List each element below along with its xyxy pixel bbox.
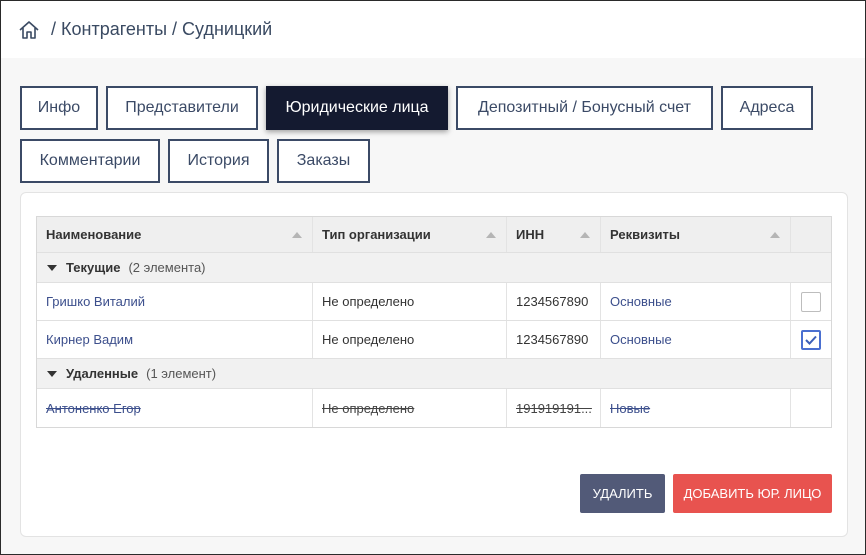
inn-value: 191919191... [516,400,592,416]
tab-comments[interactable]: Комментарии [20,139,160,183]
tab-legal-entities[interactable]: Юридические лица [266,86,448,130]
tab-orders[interactable]: Заказы [277,139,370,183]
table-header: Наименование Тип организации ИНН Реквизи… [37,217,831,253]
entity-name-link[interactable]: Гришко Виталий [46,294,145,309]
table-row-deleted[interactable]: Антоненко Егор Не определено 191919191..… [37,389,831,427]
inn-value: 1234567890 [516,294,589,309]
tab-history[interactable]: История [168,139,269,183]
tab-info[interactable]: Инфо [20,86,98,130]
details-link[interactable]: Основные [610,332,672,347]
entity-name-link[interactable]: Кирнер Вадим [46,332,133,347]
tab-representatives[interactable]: Представители [106,86,258,130]
breadcrumb: / Контрагенты / Судницкий [1,1,865,58]
add-legal-entity-button[interactable]: ДОБАВИТЬ ЮР. ЛИЦО [673,474,832,513]
sort-asc-icon[interactable] [292,232,302,238]
tab-addresses[interactable]: Адреса [721,86,813,130]
sort-asc-icon[interactable] [580,232,590,238]
org-type: Не определено [322,332,415,347]
details-link[interactable]: Новые [610,401,650,416]
legal-entities-table: Наименование Тип организации ИНН Реквизи… [36,216,832,428]
breadcrumb-section[interactable]: Контрагенты [61,19,167,40]
entity-name-link[interactable]: Антоненко Егор [46,401,141,416]
sort-asc-icon[interactable] [770,232,780,238]
breadcrumb-current: Судницкий [182,19,273,39]
group-header-deleted[interactable]: Удаленные (1 элемент) [37,359,831,389]
details-link[interactable]: Основные [610,294,672,309]
column-header-name[interactable]: Наименование [37,217,313,252]
collapse-triangle-icon[interactable] [47,370,57,377]
home-icon[interactable] [18,19,40,41]
sort-asc-icon[interactable] [486,232,496,238]
column-header-select [791,217,831,252]
checkmark-icon [805,335,817,345]
breadcrumb-separator: / [51,19,57,39]
row-checkbox[interactable] [801,291,821,312]
row-checkbox-checked[interactable] [801,329,821,350]
tab-deposit-account[interactable]: Депозитный / Бонусный счет [456,86,713,130]
table-row[interactable]: Кирнер Вадим Не определено 1234567890 Ос… [37,321,831,359]
org-type: Не определено [322,400,415,416]
delete-button[interactable]: УДАЛИТЬ [580,474,665,513]
breadcrumb-separator: / [172,19,178,39]
group-header-current[interactable]: Текущие (2 элемента) [37,253,831,283]
column-header-type[interactable]: Тип организации [313,217,507,252]
column-header-details[interactable]: Реквизиты [601,217,791,252]
column-header-inn[interactable]: ИНН [507,217,601,252]
table-row[interactable]: Гришко Виталий Не определено 1234567890 … [37,283,831,321]
org-type: Не определено [322,294,415,309]
collapse-triangle-icon[interactable] [47,264,57,271]
inn-value: 1234567890 [516,332,589,347]
